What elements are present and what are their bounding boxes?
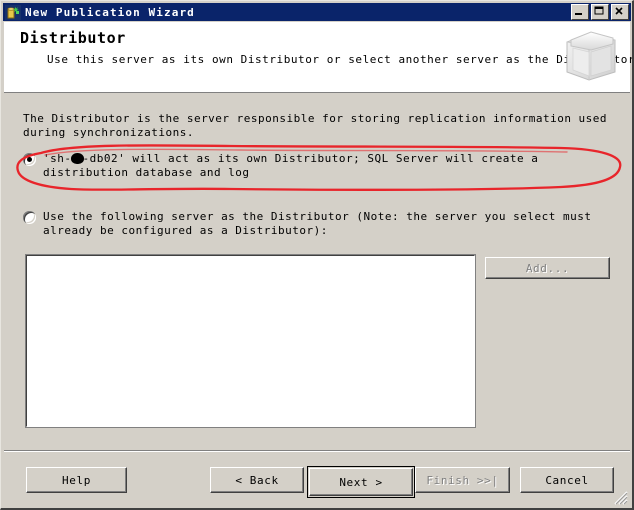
radio-use-own-distributor[interactable]: 'sh- -db02' will act as its own Distribut… xyxy=(23,152,623,180)
radio-label-use-following-server: Use the following server as the Distribu… xyxy=(43,210,599,237)
footer-separator xyxy=(4,450,630,452)
distributor-server-list[interactable] xyxy=(25,254,476,428)
wizard-footer: Help < Back Next > Finish >>| Cancel xyxy=(4,454,630,506)
page-title: Distributor xyxy=(20,29,126,47)
window-title: New Publication Wizard xyxy=(25,5,195,19)
radio-label-use-own-distributor: 'sh- -db02' will act as its own Distribut… xyxy=(43,152,623,180)
radio-use-following-server[interactable]: Use the following server as the Distribu… xyxy=(23,210,613,238)
minimize-icon[interactable] xyxy=(571,4,589,20)
title-bar[interactable]: New Publication Wizard xyxy=(3,3,631,21)
cancel-button[interactable]: Cancel xyxy=(520,467,614,493)
distributor-book-icon xyxy=(559,26,623,88)
radio-mark-use-own-distributor[interactable] xyxy=(23,153,36,166)
new-publication-wizard-window: New Publication Wizard Distributor Use t… xyxy=(0,0,634,510)
distributor-description: The Distributor is the server responsibl… xyxy=(23,112,608,139)
radio-mark-use-following-server[interactable] xyxy=(23,211,36,224)
server-name-suffix: -db02' will act as its own Distributor; … xyxy=(43,152,546,179)
back-button[interactable]: < Back xyxy=(210,467,304,493)
server-name-prefix: 'sh- xyxy=(43,152,72,165)
next-button-label: Next > xyxy=(309,468,413,496)
page-subtitle: Use this server as its own Distributor o… xyxy=(47,53,634,66)
close-icon[interactable] xyxy=(611,4,629,20)
help-button[interactable]: Help xyxy=(26,467,127,493)
wizard-header: Distributor Use this server as its own D… xyxy=(4,22,632,93)
maximize-icon[interactable] xyxy=(591,4,609,20)
wizard-body: The Distributor is the server responsibl… xyxy=(4,94,630,448)
publication-wizard-icon xyxy=(5,4,21,20)
resize-grip-icon[interactable] xyxy=(614,490,628,505)
add-button[interactable]: Add... xyxy=(485,257,610,279)
finish-button[interactable]: Finish >>| xyxy=(415,467,510,493)
next-button[interactable]: Next > xyxy=(307,466,415,498)
